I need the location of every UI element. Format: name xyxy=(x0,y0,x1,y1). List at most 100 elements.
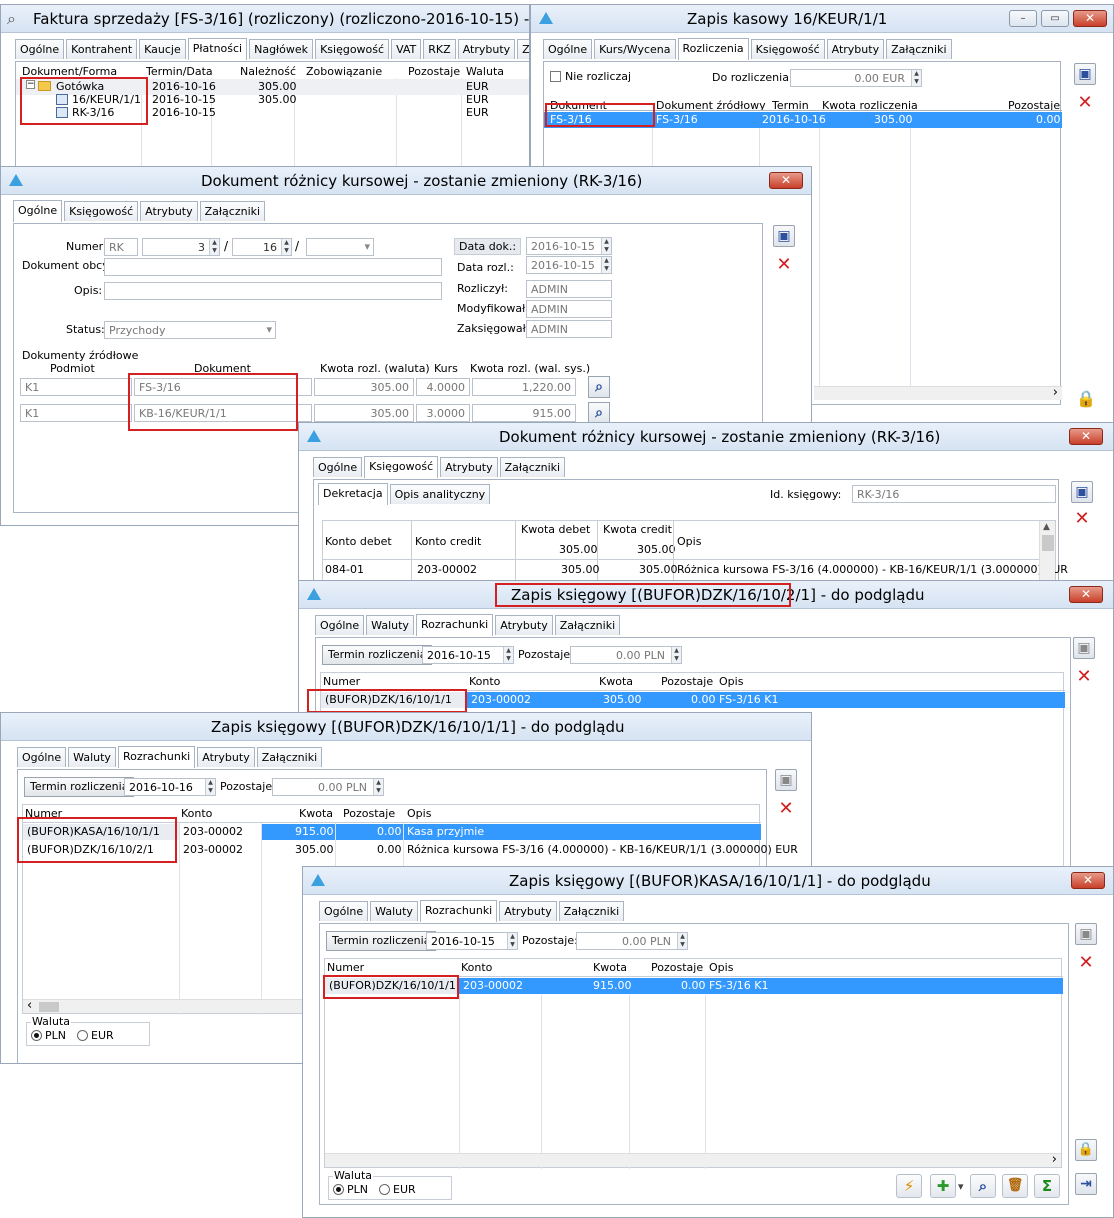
title-bar[interactable]: Zapis kasowy 16/KEUR/1/1 – ▭ ✕ xyxy=(531,5,1113,33)
search-doc-button[interactable]: ⌕ xyxy=(588,402,610,424)
eur-radio[interactable]: EUR xyxy=(77,1029,114,1042)
tab-zalaczniki[interactable]: Załączniki xyxy=(517,39,529,59)
termin-rozliczenia-button[interactable]: Termin rozliczenia xyxy=(326,931,437,951)
col-kwota[interactable]: Kwota xyxy=(593,961,627,974)
search-doc-button[interactable]: ⌕ xyxy=(588,376,610,398)
tab-kaucje[interactable]: Kaucje xyxy=(139,39,186,59)
col-pozostaje[interactable]: Pozostaje xyxy=(661,675,713,688)
doc-date-field[interactable]: 2016-10-15 ▲ ▼ xyxy=(526,237,612,255)
col-opis[interactable]: Opis xyxy=(407,807,431,820)
title-bar[interactable]: Zapis księgowy [(BUFOR)DZK/16/10/1/1] - … xyxy=(1,713,811,741)
scroll-right-icon[interactable]: › xyxy=(1053,385,1058,400)
col-termin[interactable]: Termin/Data xyxy=(146,65,213,78)
col-opis[interactable]: Opis xyxy=(709,961,733,974)
title-bar[interactable]: ⌕ Faktura sprzedaży [FS-3/16] (rozliczon… xyxy=(1,5,529,33)
tab-ksiegowosc[interactable]: Księgowość xyxy=(364,456,439,478)
tab-ogolne[interactable]: Ogólne xyxy=(543,39,593,59)
col-numer[interactable]: Numer xyxy=(323,675,360,688)
col-numer[interactable]: Numer xyxy=(327,961,364,974)
tab-zalaczniki[interactable]: Załączniki xyxy=(558,901,625,921)
close-button[interactable]: ✕ xyxy=(1069,586,1103,603)
col-kwota-debet[interactable]: Kwota debet xyxy=(521,523,590,536)
horizontal-scrollbar[interactable]: ‹ xyxy=(23,998,313,1013)
add-dropdown-icon[interactable]: ▾ xyxy=(958,1180,964,1193)
termin-rozliczenia-button[interactable]: Termin rozliczenia xyxy=(24,777,135,797)
tab-ogolne[interactable]: Ogólne xyxy=(13,200,63,222)
tab-waluty[interactable]: Waluty xyxy=(68,747,116,767)
vertical-scrollbar[interactable]: ▲ xyxy=(1039,521,1055,581)
delete-icon[interactable]: ✕ xyxy=(1071,509,1093,531)
search-icon[interactable]: ⌕ xyxy=(970,1174,996,1198)
horizontal-scrollbar[interactable]: › xyxy=(814,385,1062,400)
save-icon[interactable]: ▣ xyxy=(1073,637,1095,659)
tab-atrybuty[interactable]: Atrybuty xyxy=(826,39,885,59)
minimize-button[interactable]: – xyxy=(1009,10,1037,27)
col-pozostaje[interactable]: Pozostaje xyxy=(343,807,395,820)
title-bar[interactable]: Zapis księgowy [(BUFOR)KASA/16/10/1/1] -… xyxy=(303,867,1113,895)
pln-radio[interactable]: PLN xyxy=(333,1183,368,1196)
tab-rozrachunki[interactable]: Rozrachunki xyxy=(117,746,196,768)
close-button[interactable]: ✕ xyxy=(1073,10,1107,27)
col-pozostaje[interactable]: Pozostaje xyxy=(651,961,703,974)
col-konto-credit[interactable]: Konto credit xyxy=(415,535,481,548)
delete-icon[interactable]: ✕ xyxy=(1075,953,1097,975)
col-konto-debet[interactable]: Konto debet xyxy=(325,535,392,548)
tab-naglowek[interactable]: Nagłówek xyxy=(249,39,314,59)
col-kwota-waluta[interactable]: Kwota rozl. (waluta) xyxy=(320,362,430,375)
tab-zalaczniki[interactable]: Załączniki xyxy=(499,457,566,477)
close-button[interactable]: ✕ xyxy=(1069,428,1103,445)
tab-zalaczniki[interactable]: Załączniki xyxy=(256,747,323,767)
save-icon[interactable]: ▣ xyxy=(773,225,795,247)
tab-atrybuty[interactable]: Atrybuty xyxy=(499,901,557,921)
delete-icon[interactable]: ✕ xyxy=(1074,93,1096,115)
eur-radio[interactable]: EUR xyxy=(379,1183,416,1196)
tab-zalaczniki[interactable]: Załączniki xyxy=(199,201,266,221)
tab-atrybuty[interactable]: Atrybuty xyxy=(197,747,255,767)
tab-waluty[interactable]: Waluty xyxy=(366,615,414,635)
col-opis[interactable]: Opis xyxy=(677,535,701,548)
close-button[interactable]: ✕ xyxy=(1071,872,1105,889)
delete-icon[interactable]: ✕ xyxy=(773,255,795,277)
tab-zalaczniki[interactable]: Załączniki xyxy=(554,615,621,635)
title-bar[interactable]: Dokument różnicy kursowej - zostanie zmi… xyxy=(1,167,811,195)
tab-opis-analityczny[interactable]: Opis analityczny xyxy=(389,484,491,504)
tab-atrybuty[interactable]: Atrybuty xyxy=(440,457,498,477)
tab-rozrachunki[interactable]: Rozrachunki xyxy=(415,614,494,636)
tab-ksiegowosc[interactable]: Księgowość xyxy=(64,201,139,221)
dropdown-icon[interactable]: ▾ xyxy=(364,240,370,253)
col-kwota[interactable]: Kwota xyxy=(299,807,333,820)
col-kwota[interactable]: Kwota xyxy=(599,675,633,688)
termin-field[interactable]: 2016-10-15 ▲ ▼ xyxy=(426,932,518,950)
entry-row[interactable]: 084-01 203-00002 305.00 305.00 Różnica k… xyxy=(323,562,1068,578)
col-kwota-credit[interactable]: Kwota credit xyxy=(603,523,672,536)
dropdown-icon[interactable]: ▾ xyxy=(266,323,272,336)
tab-vat[interactable]: VAT xyxy=(391,39,422,59)
tab-ogolne[interactable]: Ogólne xyxy=(17,747,67,767)
tab-dekretacja[interactable]: Dekretacja xyxy=(318,483,388,505)
scroll-right-icon[interactable]: › xyxy=(1052,1152,1057,1167)
trash-icon[interactable]: 🗑 xyxy=(1002,1174,1028,1198)
col-kwota-sys[interactable]: Kwota rozl. (wal. sys.) xyxy=(470,362,590,375)
termin-field[interactable]: 2016-10-15 ▲ ▼ xyxy=(422,646,514,664)
close-button[interactable]: ✕ xyxy=(769,172,803,189)
tab-ksiegowosc[interactable]: Księgowość xyxy=(750,39,825,59)
tab-waluty[interactable]: Waluty xyxy=(370,901,418,921)
tab-platnosci[interactable]: Płatności xyxy=(187,38,248,60)
col-podmiot[interactable]: Podmiot xyxy=(50,362,95,375)
tab-kurs-wycena[interactable]: Kurs/Wycena xyxy=(594,39,676,59)
tab-ksiegowosc[interactable]: Księgowość xyxy=(315,39,390,59)
numer-year-field[interactable]: 16 ▲ ▼ xyxy=(232,238,292,256)
col-konto[interactable]: Konto xyxy=(181,807,212,820)
tab-ogolne[interactable]: Ogólne xyxy=(319,901,369,921)
tab-ogolne[interactable]: Ogólne xyxy=(313,457,363,477)
delete-icon[interactable]: ✕ xyxy=(1073,667,1095,689)
tab-rozrachunki[interactable]: Rozrachunki xyxy=(419,900,498,922)
col-pozostaje[interactable]: Pozostaje xyxy=(408,65,460,78)
save-icon[interactable]: ▣ xyxy=(775,769,797,791)
termin-rozliczenia-button[interactable]: Termin rozliczenia xyxy=(322,645,433,665)
tab-atrybuty[interactable]: Atrybuty xyxy=(495,615,553,635)
col-zobowiazanie[interactable]: Zobowiązanie xyxy=(306,65,382,78)
status-select[interactable]: Przychody ▾ xyxy=(104,321,276,339)
col-waluta[interactable]: Waluta xyxy=(466,65,504,78)
col-konto[interactable]: Konto xyxy=(469,675,500,688)
